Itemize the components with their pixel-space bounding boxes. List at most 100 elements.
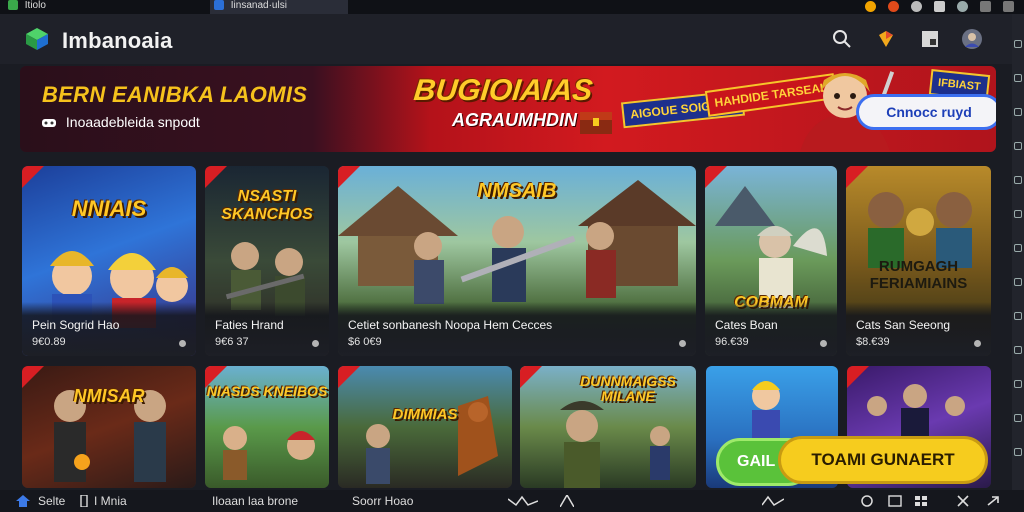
- gunslingers-image: [54, 390, 166, 482]
- search-icon[interactable]: [830, 27, 854, 51]
- card-info: Cates Boan 96.€39: [705, 302, 837, 356]
- status-item[interactable]: I Mnia: [94, 494, 127, 508]
- game-card[interactable]: COBMAM Cates Boan 96.€39: [705, 166, 837, 356]
- game-price: 9€0.89: [32, 336, 66, 348]
- game-card[interactable]: RUMGAGH FERIAMIAINS Cats San Seeong $8.€…: [846, 166, 991, 356]
- card-status-dot: [974, 340, 981, 347]
- card-info: Cetiet sonbanesh Noopa Hem Cecces $6 0€9: [338, 302, 696, 356]
- game-price: $8.€39: [856, 336, 890, 348]
- rail-icon[interactable]: [1014, 74, 1022, 82]
- card-ribbon: [338, 366, 360, 388]
- screen-icon[interactable]: [888, 495, 902, 507]
- game-card[interactable]: NNIAIS Pein Sogrid Hao 9€0.89: [22, 166, 196, 356]
- promo-banner[interactable]: BERN EANIBKA LAOMIS Inoaadebleida snpodt…: [20, 66, 996, 152]
- game-card[interactable]: NIASDS KNEIBOS: [205, 366, 329, 488]
- right-sidebar: [1012, 14, 1024, 490]
- rail-icon[interactable]: [1014, 448, 1022, 456]
- game-name: Faties Hrand: [215, 318, 284, 332]
- game-price: 96.€39: [715, 336, 749, 348]
- tab-2[interactable]: Iinsanad·ulsi: [210, 0, 348, 14]
- info-icon[interactable]: [957, 1, 968, 12]
- fire-icon[interactable]: [888, 1, 899, 12]
- grid-icon[interactable]: [914, 495, 928, 507]
- app-icon: [8, 0, 18, 11]
- banner-game-subtitle: AGRAUMHDIN: [452, 110, 577, 130]
- close-icon[interactable]: [1003, 1, 1014, 12]
- card-art-title: NNIAIS: [71, 196, 147, 221]
- card-art-title: NMSAIB: [477, 180, 557, 202]
- bookmark-icon[interactable]: [80, 495, 88, 507]
- rail-icon[interactable]: [1014, 40, 1022, 48]
- game-price: $6 0€9: [348, 336, 382, 348]
- card-art-title: DIMMIAS: [392, 406, 458, 423]
- rail-icon[interactable]: [1014, 244, 1022, 252]
- banner-headline: BERN EANIBKA LAOMIS: [42, 82, 308, 107]
- card-info: Faties Hrand 9€6 37: [205, 302, 329, 356]
- rail-icon[interactable]: [1014, 176, 1022, 184]
- card-ribbon: [847, 366, 869, 388]
- close-icon[interactable]: [956, 495, 970, 507]
- home-icon[interactable]: [16, 495, 30, 507]
- game-card[interactable]: NSASTI SKANCHOS Faties Hrand 9€6 37: [205, 166, 329, 356]
- card-info: Cats San Seeong $8.€39: [846, 302, 991, 356]
- record-icon[interactable]: [860, 495, 874, 507]
- game-card-art: [338, 366, 512, 488]
- gift-icon[interactable]: [874, 27, 898, 51]
- game-card[interactable]: NMISAR: [22, 366, 196, 488]
- game-name: Pein Sogrid Hao: [32, 318, 120, 332]
- tab-1[interactable]: Itiolo: [4, 0, 204, 14]
- window-icon[interactable]: [918, 27, 942, 51]
- card-status-dot: [312, 340, 319, 347]
- window-icon[interactable]: [934, 1, 945, 12]
- card-ribbon: [22, 366, 44, 388]
- card-art-title: NSASTI SKANCHOS: [221, 188, 313, 223]
- status-item[interactable]: Soorr Hoao: [352, 494, 413, 508]
- game-card[interactable]: NMSAIB Cetiet sonbanesh Noopa Hem Cecces…: [338, 166, 696, 356]
- card-info: Pein Sogrid Hao 9€0.89: [22, 302, 196, 356]
- tab-strip: Itiolo Iinsanad·ulsi: [0, 0, 1024, 14]
- app-logo-icon: [26, 28, 48, 50]
- banner-game-title: BUGIOIAIAS: [412, 74, 595, 107]
- controller-icon: [42, 119, 56, 127]
- status-bar: Selte I Mnia Iloaan laa brone Soorr Hoao: [0, 490, 1024, 512]
- activity-icon[interactable]: [508, 495, 538, 507]
- rail-icon[interactable]: [1014, 380, 1022, 388]
- rail-icon[interactable]: [1014, 414, 1022, 422]
- card-ribbon: [846, 166, 868, 188]
- coin-icon[interactable]: [865, 1, 876, 12]
- banner-subline-text: Inoaadebleida snpodt: [65, 114, 200, 130]
- treasure-chest-icon: [580, 112, 612, 134]
- wolf-warriors-image: [366, 396, 498, 484]
- rail-icon[interactable]: [1014, 312, 1022, 320]
- game-card-art: [22, 366, 196, 488]
- settings-icon[interactable]: [911, 1, 922, 12]
- tab-label: Itiolo: [24, 0, 46, 11]
- graph-icon[interactable]: [762, 495, 784, 507]
- avatar-icon[interactable]: [960, 27, 984, 51]
- rail-icon[interactable]: [1014, 346, 1022, 354]
- rail-icon[interactable]: [1014, 142, 1022, 150]
- status-item[interactable]: Selte: [38, 494, 65, 508]
- game-price: 9€6 37: [215, 336, 249, 348]
- app-header: Imbanoaia: [0, 14, 1012, 64]
- rail-icon[interactable]: [1014, 108, 1022, 116]
- signal-icon[interactable]: [560, 495, 574, 507]
- expand-icon[interactable]: [986, 495, 1000, 507]
- card-art-title: DUNNMAIGSS MILANE: [580, 373, 676, 404]
- rail-icon[interactable]: [1014, 210, 1022, 218]
- game-card[interactable]: DUNNMAIGSS MILANE: [520, 366, 696, 488]
- card-status-dot: [820, 340, 827, 347]
- status-item[interactable]: Iloaan laa brone: [212, 494, 298, 508]
- minimize-icon[interactable]: [980, 1, 991, 12]
- card-art-title: NMISAR: [73, 386, 145, 406]
- card-art-title: RUMGAGH FERIAMIAINS: [869, 258, 968, 292]
- game-card[interactable]: DIMMIAS: [338, 366, 512, 488]
- card-ribbon: [705, 166, 727, 188]
- card-ribbon: [22, 166, 44, 188]
- rail-icon[interactable]: [1014, 278, 1022, 286]
- system-tray: [865, 1, 1014, 12]
- banner-cta-button[interactable]: Cnnocc ruyd: [856, 94, 996, 130]
- card-ribbon: [205, 166, 227, 188]
- start-game-button[interactable]: TOAMI GUNAERT: [778, 436, 988, 484]
- game-name: Cetiet sonbanesh Noopa Hem Cecces: [348, 318, 553, 332]
